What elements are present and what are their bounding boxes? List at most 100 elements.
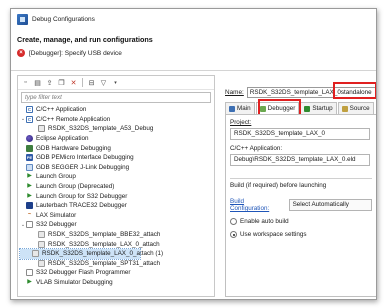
tree-item[interactable]: RSDK_S32DS_template_SPT31_attach: [20, 259, 214, 269]
pe-config-icon: PE: [26, 154, 33, 162]
source-tab-icon: [341, 105, 348, 112]
tree-item-label: C/C++ Remote Application: [36, 115, 111, 123]
tree-item[interactable]: Lauterbach TRACE32 Debugger: [20, 201, 214, 211]
tree-item[interactable]: Eclipse Application: [20, 134, 214, 144]
tree-item[interactable]: ▶ Launch Group (Deprecated): [20, 182, 214, 192]
tree-item[interactable]: ▶ Launch Group for S32 Debugger: [20, 191, 214, 201]
tree-item[interactable]: C C/C++ Application: [20, 105, 214, 115]
radio-button-off[interactable]: [230, 218, 237, 225]
tree-item-label: Launch Group for S32 Debugger: [36, 192, 128, 200]
header-title: Create, manage, and run configurations: [17, 35, 153, 44]
tree-item[interactable]: RSDK_S32DS_template_LAX_0_attach: [20, 239, 214, 249]
main-tab-content: Project: RSDK_S32DS_template_LAX_0 C/C++…: [225, 114, 376, 297]
tree-item[interactable]: ⌄ C C/C++ Remote Application: [20, 115, 214, 125]
tree-item[interactable]: RSDK_S32DS_template_BBE32_attach: [20, 230, 214, 240]
tree-item-label: Launch Group: [36, 173, 76, 181]
app-icon: [17, 13, 28, 25]
config-detail-panel: Name: RSDK_S32DS_template_LAX_0standalon…: [223, 75, 376, 297]
tree-item[interactable]: PE GDB PEMicro Interface Debugging: [20, 153, 214, 163]
tree-item[interactable]: GDB Hardware Debugging: [20, 143, 214, 153]
tab-main-label: Main: [237, 105, 251, 112]
tree-item[interactable]: ▶ Launch Group: [20, 172, 214, 182]
launch-config-icon: ▶: [26, 183, 33, 191]
tree-item[interactable]: ▶ VLAB Simulator Debugging: [20, 278, 214, 288]
radio-auto-label: Enable auto build: [240, 218, 289, 225]
main-tab-icon: [229, 105, 235, 112]
chevron-down-icon[interactable]: ▾: [111, 78, 120, 87]
tree-item-label: GDB SEGGER J-Link Debugging: [36, 163, 130, 171]
radio-enable-auto-build[interactable]: Enable auto build: [230, 218, 372, 225]
dbg-config-icon: [38, 259, 45, 267]
title-bar: Debug Configurations: [11, 9, 376, 29]
export-icon[interactable]: ⇪: [45, 78, 54, 87]
tab-main[interactable]: Main: [225, 102, 255, 114]
tree-item-label: LAX Simulator: [36, 211, 77, 219]
flash-config-icon: [26, 269, 33, 277]
toolbar-separator: [82, 78, 83, 87]
c-config-icon: C: [26, 106, 33, 114]
tab-source-label: Source: [349, 105, 370, 112]
radio-use-workspace[interactable]: Use workspace settings: [230, 231, 372, 238]
tree-item-label: GDB Hardware Debugging: [36, 144, 111, 152]
new-prototype-icon[interactable]: ▤: [33, 78, 42, 87]
header-message: × [Debugger]: Specify USB device: [17, 49, 376, 57]
tree-item[interactable]: S32 Debugger Flash Programmer: [20, 268, 214, 278]
config-list-panel: ▫ ▤ ⇪ ❐ ✕ ⊟ ▽ ▾ type filter text C C/C++ …: [17, 75, 215, 297]
name-value-prefix: RSDK_S32DS_template_LAX_0: [249, 89, 341, 96]
tree-item-label: C/C++ Application: [36, 106, 87, 114]
tree-item[interactable]: RSDK_S32DS_template_LAX_0_attach (1): [19, 247, 163, 260]
tree-item-label: VLAB Simulator Debugging: [36, 278, 113, 286]
project-field[interactable]: RSDK_S32DS_template_LAX_0: [230, 128, 370, 140]
debug-configurations-window: Debug Configurations Create, manage, and…: [10, 8, 377, 300]
tree-item[interactable]: GDB SEGGER J-Link Debugging: [20, 163, 214, 173]
project-label: Project:: [230, 119, 252, 126]
tree-item-label: RSDK_S32DS_template_BBE32_attach: [48, 231, 161, 239]
filter-icon[interactable]: ▽: [99, 78, 108, 87]
build-group: Build (if required) before launching Bui…: [230, 178, 372, 238]
radio-button-on[interactable]: [230, 231, 237, 238]
duplicate-icon[interactable]: ❐: [57, 78, 66, 87]
tab-startup[interactable]: Startup: [300, 102, 337, 114]
tree-item-label: S32 Debugger: [36, 221, 77, 229]
tree-item-label: GDB PEMicro Interface Debugging: [36, 154, 134, 162]
cfg-config-icon: [38, 125, 45, 133]
dbg-config-icon: [38, 240, 45, 248]
new-config-icon[interactable]: ▫: [21, 78, 30, 87]
filter-input[interactable]: type filter text: [21, 92, 211, 103]
startup-tab-icon: [304, 105, 311, 112]
gdb-config-icon: [26, 144, 33, 152]
dialog-header: Create, manage, and run configurations ×…: [11, 29, 376, 71]
tree-item-label: RSDK_S32DS_template_LAX_0_attach (1): [42, 250, 164, 258]
radio-workspace-label: Use workspace settings: [240, 231, 307, 238]
collapse-all-icon[interactable]: ⊟: [87, 78, 96, 87]
segger-config-icon: [26, 163, 33, 171]
tab-startup-label: Startup: [312, 105, 333, 112]
error-icon: ×: [17, 49, 25, 57]
eclipse-config-icon: [26, 135, 33, 143]
launch-config-icon: ▶: [26, 192, 33, 200]
dbg-config-icon: [32, 250, 39, 258]
c-config-icon: C: [26, 115, 33, 123]
app-field[interactable]: Debug\RSDK_S32DS_template_LAX_0.eld: [230, 154, 370, 166]
name-label: Name:: [225, 89, 244, 96]
tree-item-label: Lauterbach TRACE32 Debugger: [36, 202, 127, 210]
tree-item[interactable]: RSDK_S32DS_template_A53_Debug: [20, 124, 214, 134]
error-message: [Debugger]: Specify USB device: [29, 49, 122, 57]
build-config-select[interactable]: Select Automatically: [288, 199, 372, 211]
launch-config-icon: ▶: [26, 173, 33, 181]
delete-icon[interactable]: ✕: [69, 78, 78, 87]
build-config-link[interactable]: Build Configuration:: [230, 198, 285, 212]
lax-config-icon: ~: [26, 211, 33, 219]
left-toolbar: ▫ ▤ ⇪ ❐ ✕ ⊟ ▽ ▾: [18, 76, 214, 90]
tree-item-label: S32 Debugger Flash Programmer: [36, 269, 131, 277]
tree-item[interactable]: ⌄ S32 Debugger: [20, 220, 214, 230]
tree-item-label: Eclipse Application: [36, 135, 89, 143]
app-label: C/C++ Application:: [230, 145, 283, 152]
tree-item-label: Launch Group (Deprecated): [36, 183, 115, 191]
dbg-config-icon: [38, 231, 45, 239]
tree-item-label: RSDK_S32DS_template_SPT31_attach: [48, 259, 161, 267]
build-group-title: Build (if required) before launching: [230, 182, 327, 189]
tab-source[interactable]: Source: [337, 102, 374, 114]
tree-item[interactable]: ~ LAX Simulator: [20, 211, 214, 221]
config-tree: C C/C++ Application ⌄ C C/C++ Remote Applica…: [19, 105, 214, 288]
